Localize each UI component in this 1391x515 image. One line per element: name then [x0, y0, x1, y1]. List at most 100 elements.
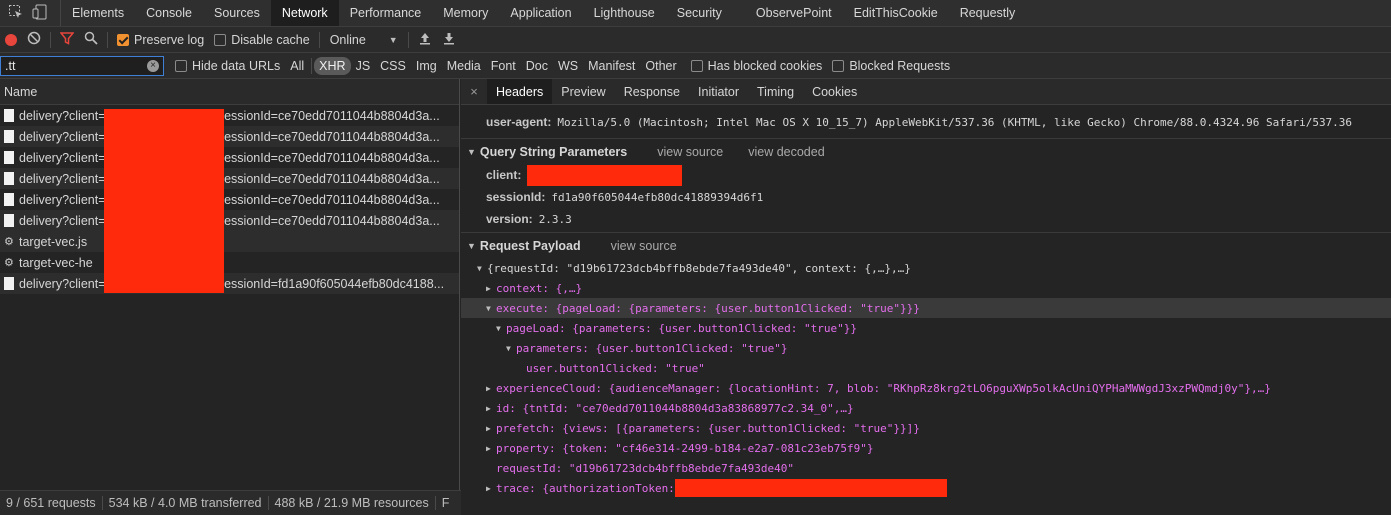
has-blocked-cookies-checkbox[interactable]: Has blocked cookies — [686, 53, 828, 78]
payload-prefetch[interactable]: ▶ prefetch: {views: [{parameters: {user.… — [461, 418, 1391, 438]
tab-performance[interactable]: Performance — [339, 0, 433, 26]
search-button[interactable] — [79, 27, 103, 52]
tab-timing[interactable]: Timing — [748, 79, 803, 104]
tab-memory[interactable]: Memory — [432, 0, 499, 26]
tab-security[interactable]: Security — [666, 0, 733, 26]
filter-icon — [59, 31, 75, 48]
search-icon — [84, 31, 98, 48]
filter-type-ws[interactable]: WS — [553, 57, 583, 75]
hide-data-urls-checkbox[interactable]: Hide data URLs — [170, 53, 285, 78]
name-column-header[interactable]: Name — [0, 79, 459, 105]
view-source-link[interactable]: view source — [657, 145, 723, 159]
request-name: target-vec-he — [19, 255, 93, 270]
query-param-version: version: 2.3.3 — [461, 208, 1391, 230]
export-har-button[interactable] — [437, 27, 461, 52]
request-row[interactable]: delivery?client= &sessionId=ce70edd70110… — [0, 105, 459, 126]
filter-type-manifest[interactable]: Manifest — [583, 57, 640, 75]
filter-type-other[interactable]: Other — [640, 57, 681, 75]
request-details-pane: × Headers Preview Response Initiator Tim… — [461, 79, 1391, 515]
request-row[interactable]: delivery?client= &sessionId=fd1a90f60504… — [0, 273, 459, 294]
gear-icon: ⚙ — [4, 257, 14, 269]
hide-data-urls-label: Hide data URLs — [192, 58, 281, 73]
payload-root[interactable]: ▼ {requestId: "d19b61723dcb4bffb8ebde7fa… — [461, 258, 1391, 278]
view-decoded-link[interactable]: view decoded — [748, 145, 824, 159]
tab-cookies[interactable]: Cookies — [803, 79, 866, 104]
view-source-link[interactable]: view source — [611, 239, 677, 253]
blocked-requests-check[interactable] — [832, 59, 845, 72]
tab-lighthouse[interactable]: Lighthouse — [583, 0, 666, 26]
request-row[interactable]: delivery?client= &sessionId=ce70edd70110… — [0, 168, 459, 189]
toolbar-divider — [107, 31, 108, 48]
clear-icon — [27, 31, 41, 48]
request-row[interactable]: ⚙ target-vec-he — [0, 252, 459, 273]
request-row[interactable]: ⚙ target-vec.js — [0, 231, 459, 252]
request-name: delivery?client= — [19, 150, 106, 165]
payload-execute[interactable]: ▼ execute: {pageLoad: {parameters: {user… — [461, 298, 1391, 318]
payload-trace[interactable]: ▶ trace: {authorizationToken: — [461, 478, 1391, 498]
filter-type-doc[interactable]: Doc — [521, 57, 553, 75]
tab-response[interactable]: Response — [615, 79, 689, 104]
tab-requestly[interactable]: Requestly — [949, 0, 1027, 26]
blocked-requests-checkbox[interactable]: Blocked Requests — [827, 53, 955, 78]
expand-triangle-icon: ▶ — [486, 483, 491, 493]
request-name: delivery?client= — [19, 213, 106, 228]
tab-headers[interactable]: Headers — [487, 79, 553, 104]
payload-request-id: requestId: "d19b61723dcb4bffb8ebde7fa493… — [461, 458, 1391, 478]
tab-console[interactable]: Console — [135, 0, 203, 26]
tab-initiator[interactable]: Initiator — [689, 79, 748, 104]
request-query: &sessionId=ce70edd7011044b8804d3a... — [209, 150, 440, 165]
disable-cache-check[interactable] — [214, 33, 227, 46]
payload-id[interactable]: ▶ id: {tntId: "ce70edd7011044b8804d3a838… — [461, 398, 1391, 418]
tab-editthiscookie[interactable]: EditThisCookie — [843, 0, 949, 26]
param-key: version: — [486, 212, 533, 226]
payload-parameters[interactable]: ▼ parameters: {user.button1Clicked: "tru… — [461, 338, 1391, 358]
tab-preview[interactable]: Preview — [552, 79, 614, 104]
filter-type-js[interactable]: JS — [351, 57, 376, 75]
request-row[interactable]: delivery?client= &sessionId=ce70edd70110… — [0, 126, 459, 147]
request-row[interactable]: delivery?client= &sessionId=ce70edd70110… — [0, 189, 459, 210]
filter-input-value[interactable]: .tt — [5, 59, 15, 73]
preserve-log-checkbox[interactable]: Preserve log — [112, 27, 209, 52]
query-params-section-header[interactable]: ▼ Query String Parameters view source vi… — [461, 138, 1391, 164]
tab-observepoint[interactable]: ObservePoint — [745, 0, 843, 26]
filter-toggle-button[interactable] — [55, 27, 79, 52]
section-title: Query String Parameters — [479, 144, 628, 159]
clear-button[interactable] — [22, 27, 46, 52]
request-row[interactable]: delivery?client= &sessionId=ce70edd70110… — [0, 147, 459, 168]
filter-type-xhr[interactable]: XHR — [314, 56, 351, 75]
request-row[interactable]: delivery?client= &sessionId=ce70edd70110… — [0, 210, 459, 231]
tab-network[interactable]: Network — [270, 0, 339, 26]
inspect-element-icon[interactable] — [8, 4, 24, 23]
payload-experience-cloud[interactable]: ▶ experienceCloud: {audienceManager: {lo… — [461, 378, 1391, 398]
toolbar-divider — [50, 31, 51, 48]
request-list: delivery?client= &sessionId=ce70edd70110… — [0, 105, 459, 294]
filter-type-media[interactable]: Media — [442, 57, 486, 75]
payload-text: execute: {pageLoad: {parameters: {user.b… — [496, 301, 920, 315]
hide-data-urls-check[interactable] — [175, 59, 187, 72]
preserve-log-check[interactable] — [117, 33, 129, 46]
tab-elements[interactable]: Elements — [61, 0, 135, 26]
filter-input[interactable]: .tt × — [0, 55, 164, 76]
payload-pageload[interactable]: ▼ pageLoad: {parameters: {user.button1Cl… — [461, 318, 1391, 338]
document-icon — [4, 193, 14, 206]
filter-type-all[interactable]: All — [285, 57, 309, 75]
filter-type-img[interactable]: Img — [411, 57, 442, 75]
tab-application[interactable]: Application — [499, 0, 582, 26]
has-blocked-cookies-check[interactable] — [690, 59, 703, 72]
tab-sources[interactable]: Sources — [203, 0, 271, 26]
filter-type-css[interactable]: CSS — [375, 57, 411, 75]
import-har-button[interactable] — [413, 27, 437, 52]
request-query: &sessionId=fd1a90f605044efb80dc4188... — [209, 276, 445, 291]
payload-property[interactable]: ▶ property: {token: "cf46e314-2499-b184-… — [461, 438, 1391, 458]
payload-context[interactable]: ▶ context: {,…} — [461, 278, 1391, 298]
device-toolbar-icon[interactable] — [32, 4, 48, 23]
clear-filter-icon[interactable]: × — [147, 59, 159, 72]
request-payload-section-header[interactable]: ▼ Request Payload view source — [461, 232, 1391, 258]
document-icon — [4, 130, 14, 143]
record-button[interactable] — [0, 27, 22, 52]
filter-type-font[interactable]: Font — [486, 57, 521, 75]
payload-text: parameters: {user.button1Clicked: "true"… — [516, 341, 788, 355]
throttling-select[interactable]: Online ▼ — [324, 27, 404, 52]
disable-cache-checkbox[interactable]: Disable cache — [209, 27, 315, 52]
close-icon[interactable]: × — [461, 84, 487, 99]
